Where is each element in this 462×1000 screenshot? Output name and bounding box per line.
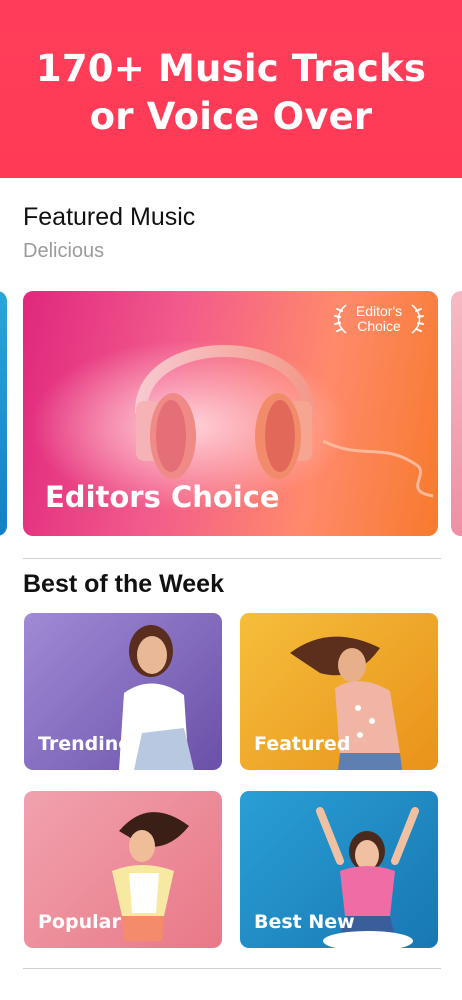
tile-popular[interactable]: Popular [24, 791, 222, 948]
tile-label-best-new: Best New [254, 911, 355, 933]
tile-label-featured: Featured [254, 733, 351, 755]
editors-choice-label: Editors Choice [45, 480, 280, 514]
tile-label-trending: Trending [38, 733, 132, 755]
tile-label-popular: Popular [38, 911, 121, 933]
carousel-card-previous[interactable] [0, 291, 7, 536]
section-title-featured: Featured Music [23, 203, 196, 231]
tile-best-new[interactable]: Best New [240, 791, 438, 948]
carousel-card-next[interactable] [451, 291, 462, 536]
laurel-left-icon [334, 304, 347, 334]
tile-featured[interactable]: Featured [240, 613, 438, 770]
section-title-best-of-week: Best of the Week [23, 570, 224, 598]
laurel-right-icon [411, 304, 424, 334]
hero-banner: 170+ Music Tracks or Voice Over [0, 0, 462, 178]
section-subtitle-featured: Delicious [23, 240, 105, 262]
editors-choice-card[interactable]: Editor's Choice Editors Choice [23, 291, 438, 536]
editors-choice-badge: Editor's Choice [334, 301, 424, 337]
hero-title-line1: 170+ Music Tracks [35, 47, 427, 90]
divider [23, 558, 441, 559]
hero-title-line2: or Voice Over [89, 95, 373, 138]
divider [23, 968, 441, 969]
hero-title: 170+ Music Tracks or Voice Over [36, 45, 426, 141]
tile-trending[interactable]: Trending [24, 613, 222, 770]
